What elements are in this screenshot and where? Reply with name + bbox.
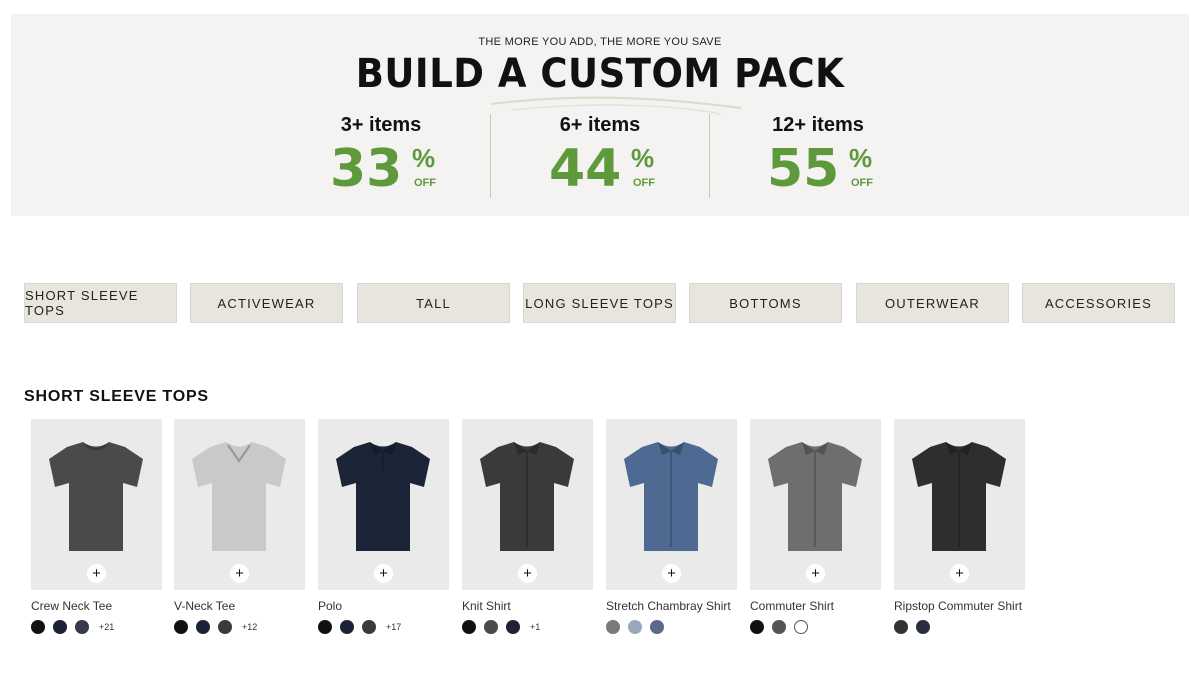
add-to-pack-button[interactable]: + <box>518 564 537 583</box>
percent-sign: % <box>631 143 655 173</box>
add-to-pack-button[interactable]: + <box>950 564 969 583</box>
tier-label: 3+ items <box>340 114 422 136</box>
color-swatch[interactable] <box>174 620 188 634</box>
color-swatch[interactable] <box>894 620 908 634</box>
product-name[interactable]: Ripstop Commuter Shirt <box>894 599 1025 613</box>
product-card: + Knit Shirt +1 <box>462 419 593 634</box>
color-swatch[interactable] <box>196 620 210 634</box>
color-swatch[interactable] <box>218 620 232 634</box>
tier-label: 6+ items <box>559 114 641 136</box>
product-image[interactable]: + <box>606 419 737 590</box>
product-image[interactable]: + <box>894 419 1025 590</box>
product-image[interactable]: + <box>750 419 881 590</box>
category-short-sleeve-tops-button[interactable]: SHORT SLEEVE TOPS <box>24 283 177 323</box>
color-swatch[interactable] <box>462 620 476 634</box>
color-swatches <box>606 620 737 634</box>
tier-label: 12+ items <box>772 114 864 136</box>
tier-3-items: 3+ items 33 % OFF <box>311 114 451 199</box>
product-image[interactable]: + <box>174 419 305 590</box>
color-swatch[interactable] <box>53 620 67 634</box>
hero-title: BUILD A CUSTOM PACK <box>355 50 845 97</box>
product-card: + Ripstop Commuter Shirt <box>894 419 1025 634</box>
category-bottoms-button[interactable]: BOTTOMS <box>689 283 842 323</box>
more-colors-count[interactable]: +17 <box>386 622 401 632</box>
color-swatch[interactable] <box>75 620 89 634</box>
more-colors-count[interactable]: +21 <box>99 622 114 632</box>
add-to-pack-button[interactable]: + <box>662 564 681 583</box>
product-card: + Polo +17 <box>318 419 449 634</box>
color-swatch[interactable] <box>318 620 332 634</box>
tier-12-items: 12+ items 55 % OFF <box>748 114 888 199</box>
category-tall-button[interactable]: TALL <box>357 283 510 323</box>
product-name[interactable]: Knit Shirt <box>462 599 593 613</box>
off-label: OFF <box>414 177 436 189</box>
off-label: OFF <box>851 177 873 189</box>
product-card: + Crew Neck Tee +21 <box>31 419 162 634</box>
color-swatch[interactable] <box>31 620 45 634</box>
tier-discount: 44 % OFF <box>530 139 670 199</box>
category-accessories-button[interactable]: ACCESSORIES <box>1022 283 1175 323</box>
product-card: + Stretch Chambray Shirt <box>606 419 737 634</box>
add-to-pack-button[interactable]: + <box>374 564 393 583</box>
off-label: OFF <box>633 177 655 189</box>
color-swatch[interactable] <box>362 620 376 634</box>
color-swatch[interactable] <box>794 620 808 634</box>
section-title: SHORT SLEEVE TOPS <box>24 388 209 405</box>
product-image[interactable]: + <box>462 419 593 590</box>
product-image[interactable]: + <box>318 419 449 590</box>
color-swatch[interactable] <box>628 620 642 634</box>
color-swatch[interactable] <box>340 620 354 634</box>
product-name[interactable]: Stretch Chambray Shirt <box>606 599 737 613</box>
product-name[interactable]: Polo <box>318 599 449 613</box>
tier-divider <box>709 114 710 198</box>
tier-percent-value: 33 <box>330 139 403 199</box>
hero-eyebrow: THE MORE YOU ADD, THE MORE YOU SAVE <box>478 36 722 48</box>
add-to-pack-button[interactable]: + <box>230 564 249 583</box>
add-to-pack-button[interactable]: + <box>87 564 106 583</box>
color-swatches: +17 <box>318 620 449 634</box>
color-swatches: +12 <box>174 620 305 634</box>
percent-sign: % <box>412 143 436 173</box>
category-outerwear-button[interactable]: OUTERWEAR <box>856 283 1009 323</box>
tier-discount: 33 % OFF <box>311 139 451 199</box>
color-swatches <box>894 620 1025 634</box>
product-image[interactable]: + <box>31 419 162 590</box>
tier-percent-value: 44 <box>549 139 622 199</box>
category-long-sleeve-tops-button[interactable]: LONG SLEEVE TOPS <box>523 283 676 323</box>
product-card: + V-Neck Tee +12 <box>174 419 305 634</box>
add-to-pack-button[interactable]: + <box>806 564 825 583</box>
color-swatch[interactable] <box>650 620 664 634</box>
color-swatches <box>750 620 881 634</box>
color-swatch[interactable] <box>772 620 786 634</box>
color-swatches: +21 <box>31 620 162 634</box>
more-colors-count[interactable]: +12 <box>242 622 257 632</box>
color-swatches: +1 <box>462 620 593 634</box>
hero-banner: THE MORE YOU ADD, THE MORE YOU SAVE BUIL… <box>11 14 1189 216</box>
color-swatch[interactable] <box>506 620 520 634</box>
category-activewear-button[interactable]: ACTIVEWEAR <box>190 283 343 323</box>
color-swatch[interactable] <box>750 620 764 634</box>
product-name[interactable]: Crew Neck Tee <box>31 599 162 613</box>
color-swatch[interactable] <box>484 620 498 634</box>
percent-sign: % <box>849 143 873 173</box>
more-colors-count[interactable]: +1 <box>530 622 540 632</box>
product-card: + Commuter Shirt <box>750 419 881 634</box>
tier-percent-value: 55 <box>767 139 840 199</box>
color-swatch[interactable] <box>916 620 930 634</box>
tier-6-items: 6+ items 44 % OFF <box>530 114 670 199</box>
color-swatch[interactable] <box>606 620 620 634</box>
product-name[interactable]: V-Neck Tee <box>174 599 305 613</box>
tier-divider <box>490 114 491 198</box>
tier-discount: 55 % OFF <box>748 139 888 199</box>
product-name[interactable]: Commuter Shirt <box>750 599 881 613</box>
